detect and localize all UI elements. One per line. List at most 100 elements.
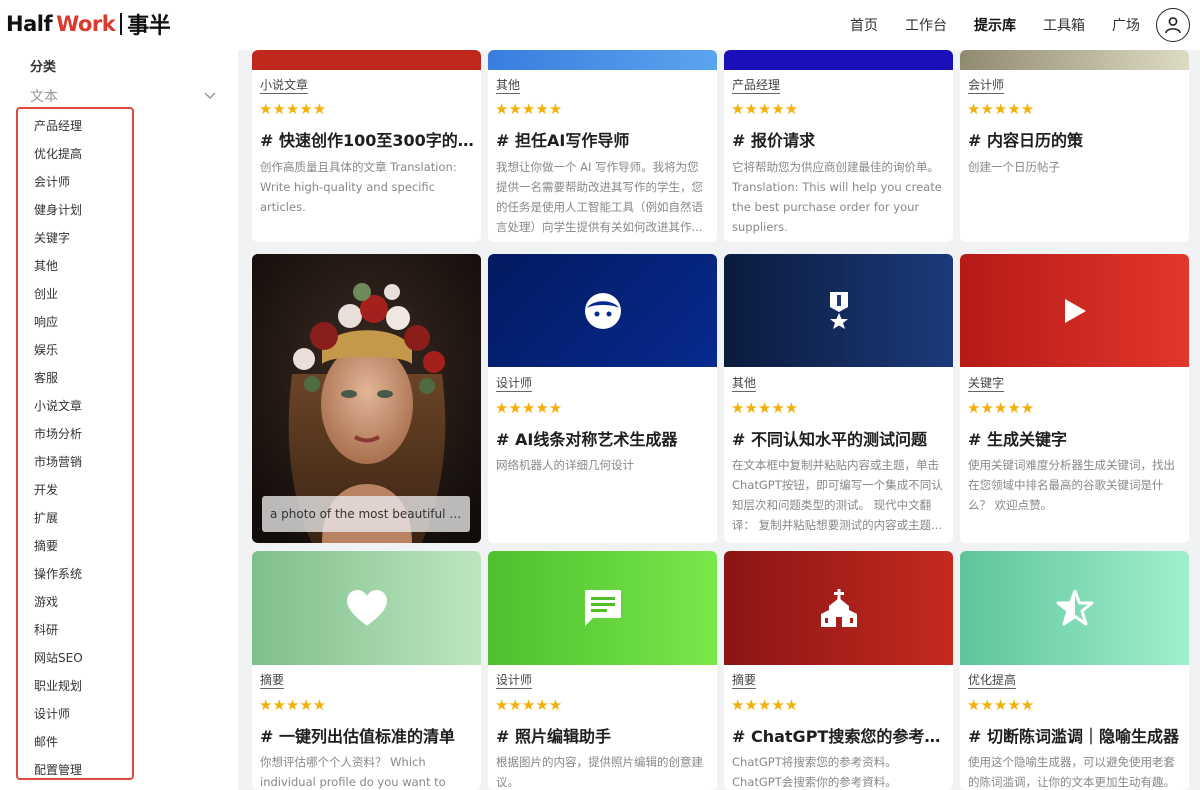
card-tag[interactable]: 小说文章 — [260, 78, 309, 94]
sidebar-item[interactable]: 客服 — [18, 368, 132, 396]
sidebar: 分类 文本 产品经理 优化提高 会计师 健身计划 关键字 其他 创业 响应 娱乐… — [0, 50, 238, 790]
sidebar-item[interactable]: 创业 — [18, 284, 132, 312]
card-banner — [488, 551, 717, 665]
card-description: 使用关键词难度分析器生成关键词，找出在您领域中排名最高的谷歌关键词是什么？ 欢迎… — [968, 458, 1175, 512]
logo[interactable]: Half Work 事半 — [6, 10, 171, 39]
card-description: 创作高质量且具体的文章 Translation: Write high-qual… — [260, 160, 457, 214]
card-title: # 生成关键字 — [968, 430, 1067, 449]
rating-stars: ★★★★★ — [967, 100, 1035, 118]
nav-plaza[interactable]: 广场 — [1112, 15, 1140, 35]
rating-stars: ★★★★★ — [967, 696, 1035, 714]
logo-cn: 事半 — [127, 14, 171, 39]
card-title: # ChatGPT搜索您的参考资... — [732, 727, 947, 746]
prompt-card[interactable]: 优化提高 ★★★★★ # 切断陈词滥调｜隐喻生成器 使用这个隐喻生成器，可以避免… — [960, 551, 1189, 790]
sidebar-item[interactable]: 优化提高 — [18, 144, 132, 172]
prompt-card[interactable]: 其他 ★★★★★ # 担任AI写作导师 我想让你做一个 AI 写作导师。我将为您… — [488, 50, 717, 242]
prompt-card[interactable]: 设计师 ★★★★★ # AI线条对称艺术生成器 网络机器人的详细几何设计 — [488, 254, 717, 543]
card-banner — [724, 50, 953, 70]
sidebar-item[interactable]: 关键字 — [18, 228, 132, 256]
sidebar-subcategory-list: 产品经理 优化提高 会计师 健身计划 关键字 其他 创业 响应 娱乐 客服 小说… — [16, 107, 134, 780]
play-icon — [1064, 298, 1086, 323]
rating-stars: ★★★★★ — [731, 100, 799, 118]
card-tag[interactable]: 摘要 — [260, 673, 285, 689]
rating-stars: ★★★★★ — [259, 696, 327, 714]
user-icon — [1165, 17, 1181, 34]
card-banner — [488, 50, 717, 70]
prompt-card[interactable]: 摘要 ★★★★★ # 一键列出估值标准的清单 你想评估哪个个人资料？ Which… — [252, 551, 481, 790]
image-caption: a photo of the most beautiful w... — [262, 496, 470, 532]
sidebar-item[interactable]: 开发 — [18, 480, 132, 508]
sidebar-item[interactable]: 扩展 — [18, 508, 132, 536]
card-description: 它将帮助您为供应商创建最佳的询价单。 Translation: This wil… — [732, 160, 942, 234]
card-tag[interactable]: 关键字 — [968, 376, 1005, 392]
user-avatar-button[interactable] — [1156, 8, 1190, 42]
sidebar-category-title: 分类 — [30, 60, 57, 75]
nav-home[interactable]: 首页 — [850, 15, 878, 35]
card-tag[interactable]: 设计师 — [496, 673, 533, 689]
card-banner — [724, 551, 953, 665]
nav-prompt-library[interactable]: 提示库 — [974, 15, 1016, 35]
rating-stars: ★★★★★ — [259, 100, 327, 118]
rating-stars: ★★★★★ — [495, 696, 563, 714]
face-icon — [584, 292, 621, 329]
card-description: 创建一个日历帖子 — [968, 160, 1060, 174]
prompt-card[interactable]: 摘要 ★★★★★ # ChatGPT搜索您的参考资... ChatGPT将搜索您… — [724, 551, 953, 790]
card-banner — [960, 50, 1189, 70]
sidebar-item[interactable]: 健身计划 — [18, 200, 132, 228]
card-tag[interactable]: 会计师 — [968, 78, 1005, 94]
card-title: # 不同认知水平的测试问题 — [732, 430, 927, 449]
sidebar-item[interactable]: 配置管理 — [18, 760, 132, 788]
sidebar-item[interactable]: 摘要 — [18, 536, 132, 564]
card-tag[interactable]: 优化提高 — [968, 673, 1017, 689]
prompt-card[interactable]: 小说文章 ★★★★★ # 快速创作100至300字的文章 创作高质量且具体的文章… — [252, 50, 481, 242]
image-prompt-card[interactable]: a photo of the most beautiful w... — [252, 254, 481, 543]
prompt-card[interactable]: 其他 ★★★★★ # 不同认知水平的测试问题 在文本框中复制并粘贴内容或主题，单… — [724, 254, 953, 543]
nav-toolbox[interactable]: 工具箱 — [1043, 15, 1085, 35]
rating-stars: ★★★★★ — [495, 100, 563, 118]
sidebar-item[interactable]: 网站SEO — [18, 648, 132, 676]
card-title: # 切断陈词滥调｜隐喻生成器 — [968, 727, 1179, 746]
sidebar-item[interactable]: 产品经理 — [18, 116, 132, 144]
rating-stars: ★★★★★ — [495, 399, 563, 417]
nav-workbench[interactable]: 工作台 — [905, 15, 947, 35]
sidebar-item[interactable]: 游戏 — [18, 592, 132, 620]
rating-stars: ★★★★★ — [731, 399, 799, 417]
heart-icon — [346, 590, 387, 626]
sidebar-item[interactable]: 邮件 — [18, 732, 132, 760]
sidebar-item[interactable]: 设计师 — [18, 704, 132, 732]
card-description: 网络机器人的详细几何设计 — [496, 458, 634, 472]
card-tag[interactable]: 摘要 — [732, 673, 757, 689]
sidebar-item[interactable]: 操作系统 — [18, 564, 132, 592]
card-description: ChatGPT将搜索您的参考资料。ChatGPT会搜索你的参考資料。 — [732, 755, 897, 789]
prompt-card-grid: 小说文章 ★★★★★ # 快速创作100至300字的文章 创作高质量且具体的文章… — [238, 50, 1200, 790]
card-description: 根据图片的内容，提供照片编辑的创意建议。 — [496, 755, 703, 789]
logo-separator — [120, 13, 123, 35]
sidebar-item[interactable]: 娱乐 — [18, 340, 132, 368]
card-tag[interactable]: 产品经理 — [732, 78, 781, 94]
card-title: # 一键列出估值标准的清单 — [260, 727, 455, 746]
card-description: 你想评估哪个个人资料？ Which individual profile do … — [260, 755, 446, 789]
sidebar-item[interactable]: 市场分析 — [18, 424, 132, 452]
card-banner — [252, 551, 481, 665]
chat-icon — [584, 590, 621, 626]
prompt-card[interactable]: 设计师 ★★★★★ # 照片编辑助手 根据图片的内容，提供照片编辑的创意建议。 — [488, 551, 717, 790]
card-tag[interactable]: 其他 — [732, 376, 757, 392]
sidebar-item[interactable]: 科研 — [18, 620, 132, 648]
card-banner — [960, 551, 1189, 665]
star-half-icon — [1056, 589, 1093, 626]
prompt-card[interactable]: 产品经理 ★★★★★ # 报价请求 它将帮助您为供应商创建最佳的询价单。 Tra… — [724, 50, 953, 242]
sidebar-group-text[interactable]: 文本 — [30, 86, 216, 106]
card-banner — [724, 254, 953, 367]
card-tag[interactable]: 其他 — [496, 78, 521, 94]
sidebar-item[interactable]: 会计师 — [18, 172, 132, 200]
sidebar-item[interactable]: 小说文章 — [18, 396, 132, 424]
prompt-card[interactable]: 会计师 ★★★★★ # 内容日历的策 创建一个日历帖子 — [960, 50, 1189, 242]
card-tag[interactable]: 设计师 — [496, 376, 533, 392]
sidebar-item[interactable]: 响应 — [18, 312, 132, 340]
sidebar-item[interactable]: 市场营销 — [18, 452, 132, 480]
main-nav: 首页 工作台 提示库 工具箱 广场 — [823, 0, 1140, 50]
sidebar-item[interactable]: 其他 — [18, 256, 132, 284]
prompt-card[interactable]: 关键字 ★★★★★ # 生成关键字 使用关键词难度分析器生成关键词，找出在您领域… — [960, 254, 1189, 543]
sidebar-item[interactable]: 职业规划 — [18, 676, 132, 704]
card-description: 在文本框中复制并粘贴内容或主题，单击ChatGPT按钮，即可编写一个集成不同认知… — [732, 458, 943, 532]
